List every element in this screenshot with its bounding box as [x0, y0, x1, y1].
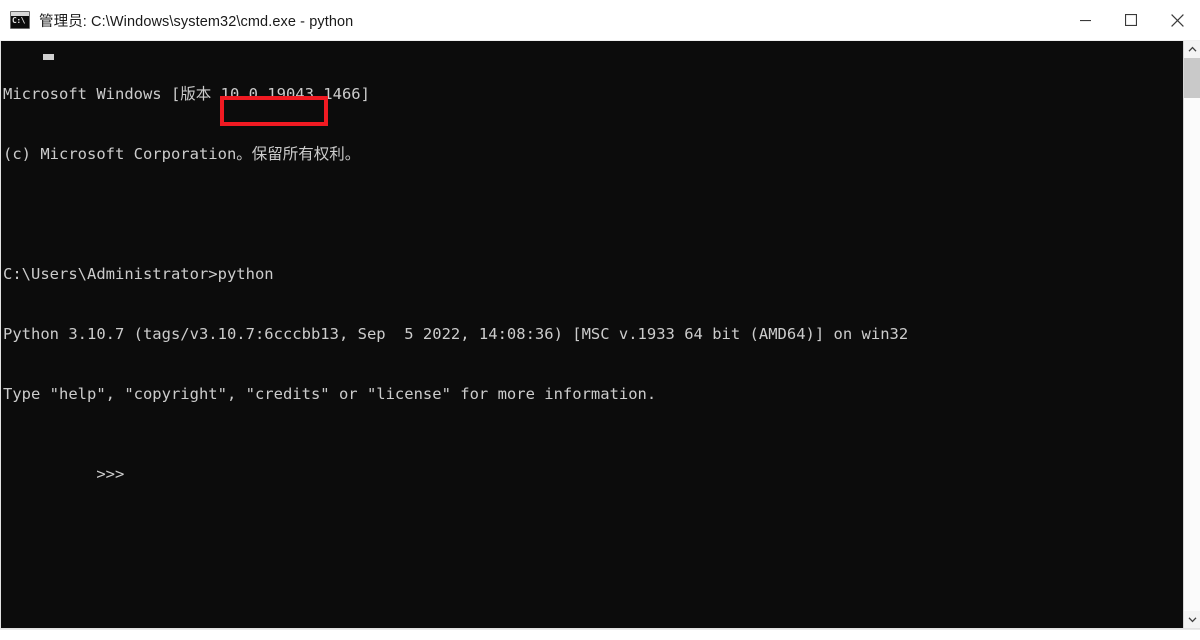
- terminal-body: Microsoft Windows [版本 10.0.19043.1466] (…: [0, 41, 1200, 629]
- minimize-button[interactable]: [1062, 0, 1108, 41]
- window-controls: [1062, 0, 1200, 41]
- title-bar-left: C:\ 管理员: C:\Windows\system32\cmd.exe - p…: [0, 10, 1062, 31]
- cmd-icon: C:\: [10, 11, 30, 29]
- vertical-scrollbar[interactable]: [1183, 41, 1200, 628]
- title-bar[interactable]: C:\ 管理员: C:\Windows\system32\cmd.exe - p…: [0, 0, 1200, 41]
- text-cursor: [43, 54, 54, 60]
- console-text: Microsoft Windows [版本 10.0.19043.1466] (…: [3, 44, 1183, 504]
- window-title: 管理员: C:\Windows\system32\cmd.exe - pytho…: [39, 13, 354, 30]
- minimize-icon: [1079, 19, 1091, 21]
- cmd-window: C:\ 管理员: C:\Windows\system32\cmd.exe - p…: [0, 0, 1200, 640]
- console-line: Microsoft Windows [版本 10.0.19043.1466]: [3, 85, 370, 103]
- scroll-up-button[interactable]: [1184, 41, 1200, 58]
- window-bottom-edge: [0, 629, 1200, 640]
- cmd-icon-glyph: C:\: [12, 16, 25, 25]
- console-line: Type "help", "copyright", "credits" or "…: [3, 385, 657, 403]
- console-line-command: C:\Users\Administrator>python: [3, 265, 274, 283]
- close-icon: [1170, 13, 1184, 27]
- scroll-down-button[interactable]: [1184, 611, 1200, 628]
- console-output-area[interactable]: Microsoft Windows [版本 10.0.19043.1466] (…: [1, 41, 1183, 628]
- scrollbar-track[interactable]: [1184, 58, 1200, 611]
- python-prompt: >>>: [96, 465, 125, 483]
- console-line: (c) Microsoft Corporation。保留所有权利。: [3, 145, 361, 163]
- close-button[interactable]: [1154, 0, 1200, 41]
- scrollbar-thumb[interactable]: [1184, 58, 1200, 98]
- chevron-up-icon: [1188, 46, 1196, 52]
- chevron-down-icon: [1188, 617, 1196, 623]
- maximize-icon: [1125, 14, 1137, 26]
- maximize-button[interactable]: [1108, 0, 1154, 41]
- console-line: Python 3.10.7 (tags/v3.10.7:6cccbb13, Se…: [3, 325, 909, 343]
- python-prompt-line: >>>: [3, 444, 1183, 483]
